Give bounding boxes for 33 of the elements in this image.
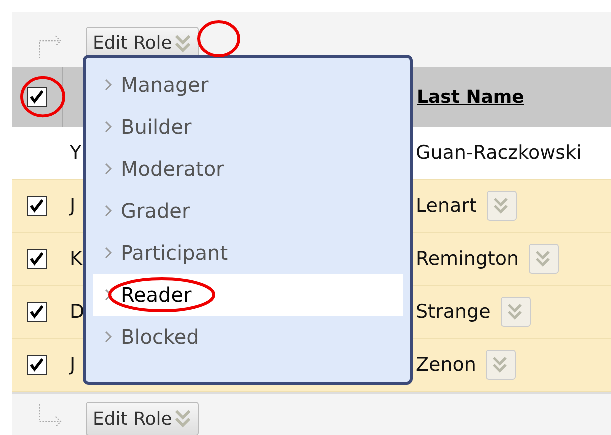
table-cell: J [70, 195, 76, 217]
annotation-circle [196, 19, 242, 59]
table-cell: Remington [416, 248, 520, 270]
menu-item[interactable]: Manager [93, 64, 403, 106]
chevron-icon [105, 205, 113, 217]
table-cell: Y [70, 142, 82, 164]
table-cell: J [70, 354, 76, 376]
chevron-icon [105, 121, 113, 133]
chevron-icon [105, 247, 113, 259]
table-cell: Zenon [416, 354, 476, 376]
select-all-checkbox[interactable] [27, 87, 47, 107]
edit-role-button[interactable]: Edit Role [86, 402, 200, 435]
chevron-icon [105, 331, 113, 343]
table-cell: Lenart [416, 195, 477, 217]
chevron-icon [105, 163, 113, 175]
table-cell: K [70, 248, 82, 270]
menu-item[interactable]: Blocked [93, 316, 403, 358]
menu-item[interactable]: Builder [93, 106, 403, 148]
annotation-circle [19, 75, 67, 119]
chevron-icon [105, 79, 113, 91]
table-cell: D [70, 301, 85, 323]
menu-item[interactable]: Reader [93, 274, 403, 316]
chevron-icon [105, 289, 113, 301]
table-cell: Strange [416, 301, 491, 323]
column-header[interactable]: Last Name [417, 86, 524, 108]
row-checkbox[interactable] [27, 196, 47, 216]
row-checkbox[interactable] [27, 302, 47, 322]
menu-item[interactable]: Moderator [93, 148, 403, 190]
menu-item[interactable]: Participant [93, 232, 403, 274]
menu-item[interactable]: Grader [93, 190, 403, 232]
row-checkbox[interactable] [27, 355, 47, 375]
table-cell: Guan-Raczkowski [416, 142, 582, 164]
row-checkbox[interactable] [27, 249, 47, 269]
